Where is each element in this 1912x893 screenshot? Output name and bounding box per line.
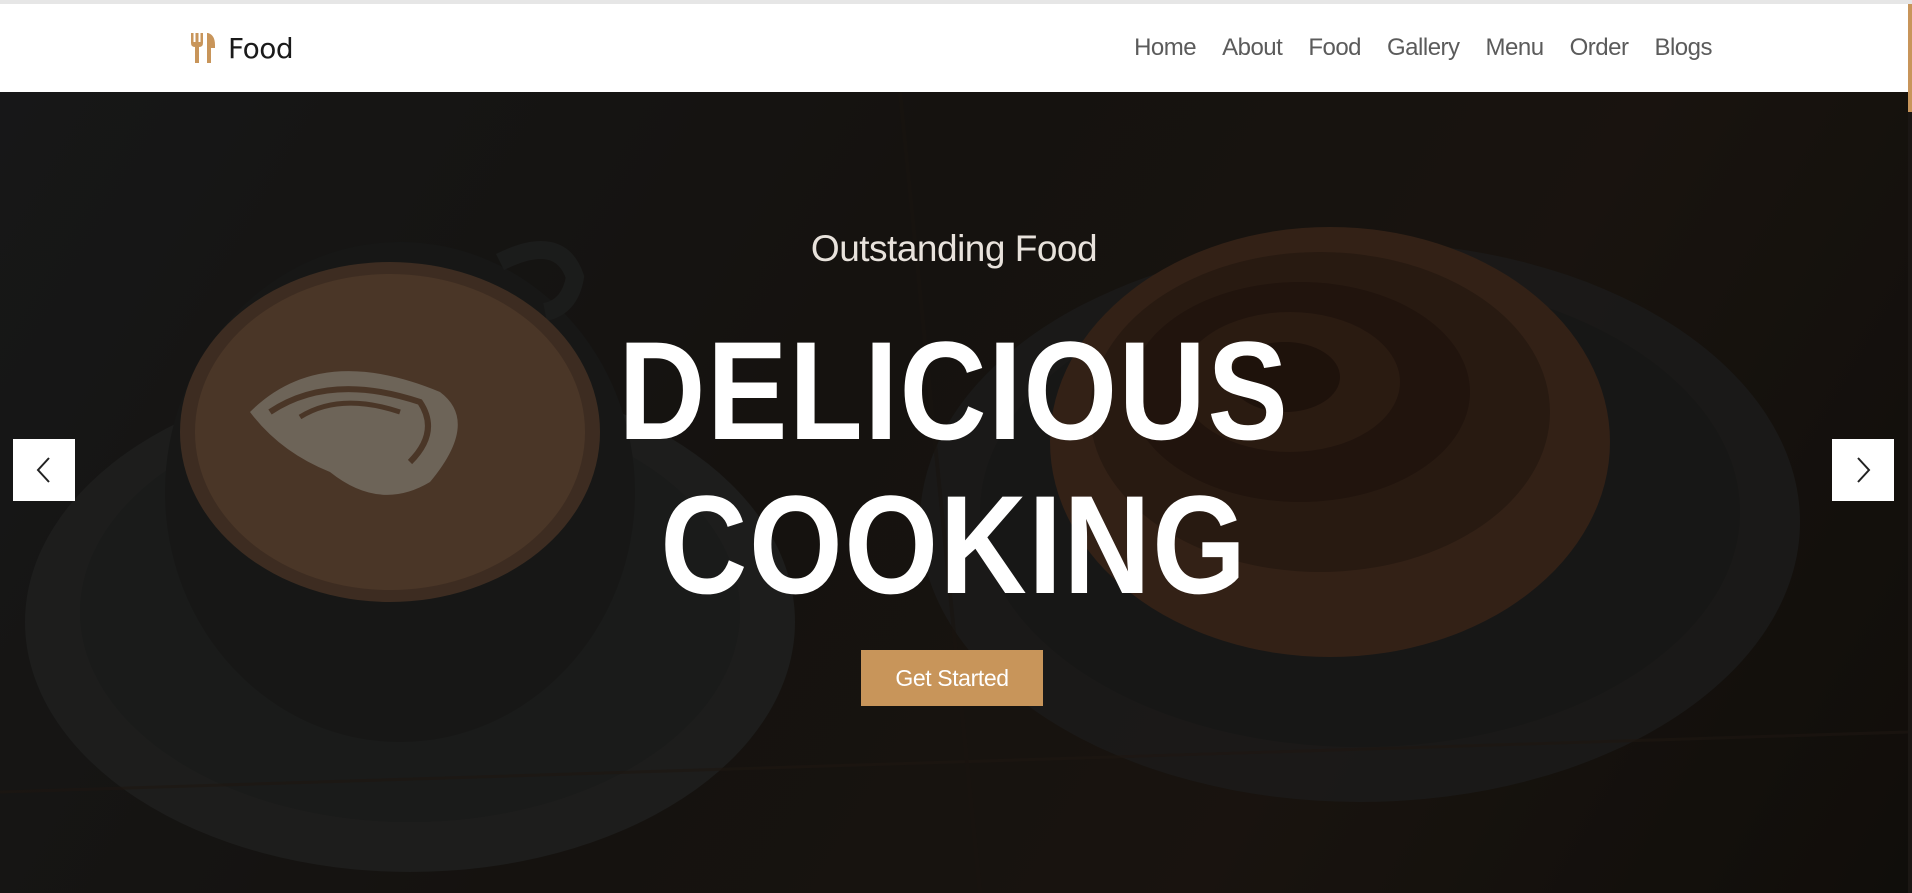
scrollbar-thumb[interactable] bbox=[1908, 4, 1912, 112]
hero-title: DELICIOUS COOKING bbox=[134, 314, 1775, 622]
chevron-right-icon bbox=[1857, 457, 1871, 483]
carousel-prev-button[interactable] bbox=[13, 439, 75, 501]
hero-carousel: Outstanding Food DELICIOUS COOKING Get S… bbox=[0, 92, 1908, 893]
nav-item-blogs[interactable]: Blogs bbox=[1654, 34, 1712, 62]
hero-title-line-1: DELICIOUS bbox=[618, 312, 1290, 469]
hero-title-line-2: COOKING bbox=[660, 466, 1248, 623]
nav-item-order[interactable]: Order bbox=[1570, 34, 1629, 62]
nav-item-gallery[interactable]: Gallery bbox=[1387, 34, 1460, 62]
nav-item-home[interactable]: Home bbox=[1134, 34, 1197, 62]
main-nav: Home About Food Gallery Menu Order Blogs bbox=[1134, 34, 1712, 62]
nav-item-food[interactable]: Food bbox=[1308, 34, 1361, 62]
hero-subtitle: Outstanding Food bbox=[810, 228, 1098, 269]
fork-spoon-icon bbox=[191, 33, 215, 63]
get-started-button[interactable]: Get Started bbox=[861, 650, 1043, 706]
nav-item-about[interactable]: About bbox=[1222, 34, 1283, 62]
brand-name: Food bbox=[228, 31, 294, 65]
nav-item-menu[interactable]: Menu bbox=[1486, 34, 1545, 62]
brand-logo[interactable]: Food bbox=[188, 31, 294, 65]
navbar: Food Home About Food Gallery Menu Order … bbox=[0, 4, 1908, 92]
chevron-left-icon bbox=[36, 457, 50, 483]
carousel-next-button[interactable] bbox=[1832, 439, 1894, 501]
